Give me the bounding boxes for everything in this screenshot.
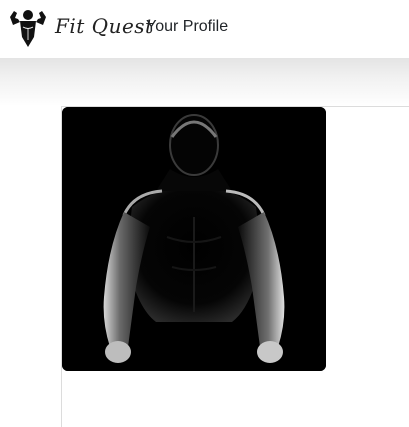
header-shadow-band [0,58,409,106]
muscular-man-silhouette-icon [62,107,326,371]
nav-link-your-profile[interactable]: Your Profile [146,18,228,36]
top-navbar: Fit Quest Your Profile [0,0,409,58]
bodybuilder-logo-icon[interactable] [8,7,48,49]
profile-photo [62,107,326,371]
brand-name[interactable]: Fit Quest [55,14,154,38]
